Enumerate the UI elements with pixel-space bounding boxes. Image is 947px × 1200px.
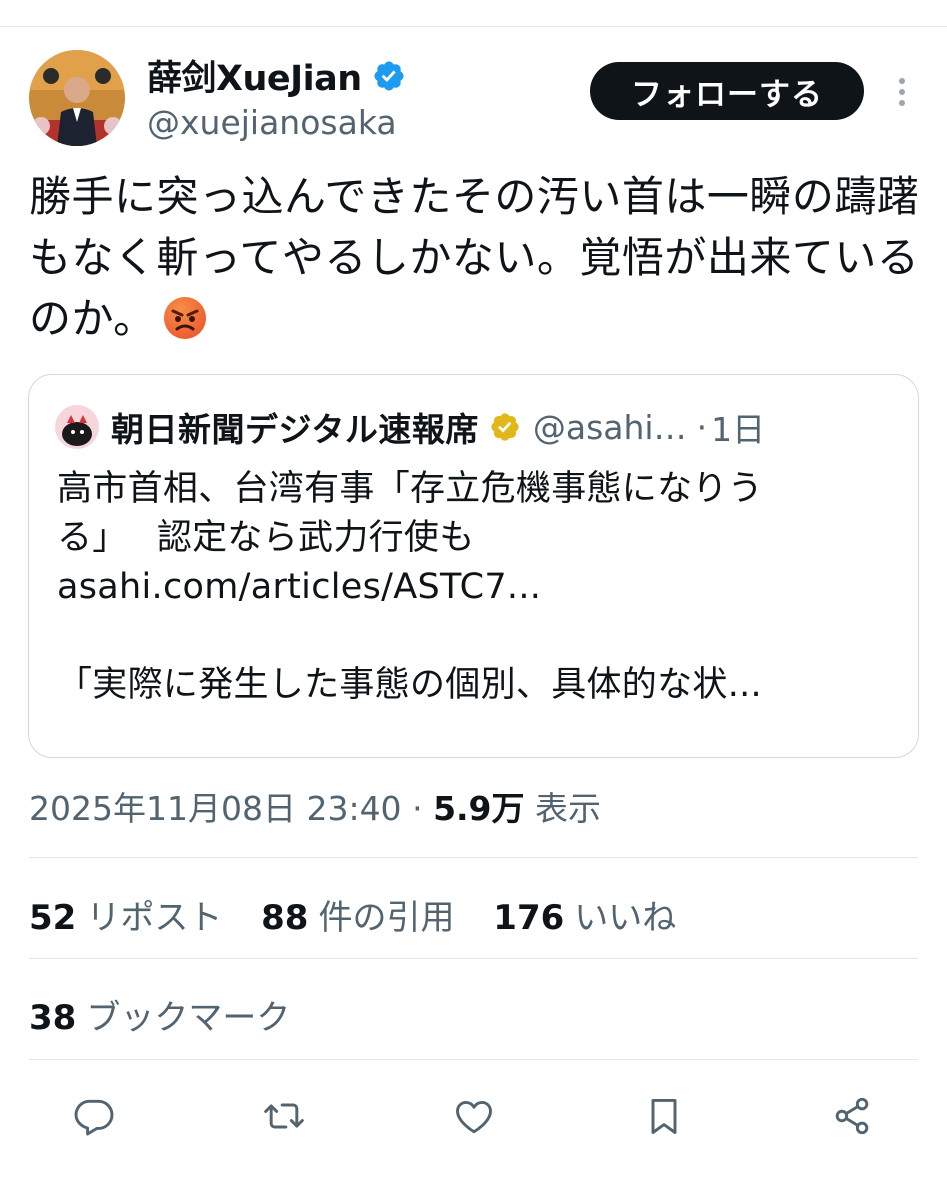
quoted-author-name: 朝日新聞デジタル速報席	[111, 410, 479, 449]
author-display-name[interactable]: 薛剑XueJian	[147, 50, 406, 101]
divider	[29, 857, 918, 858]
bookmarks-stat[interactable]: 38 ブックマーク	[29, 990, 290, 1039]
quoted-tweet-card[interactable]: 朝日新聞デジタル速報席 @asahi… · 1日 高市首相、台湾有事「存立危機事…	[28, 374, 919, 758]
likes-count: 176	[493, 898, 565, 938]
quotes-label: 件の引用	[318, 898, 455, 938]
quoted-link[interactable]: asahi.com/articles/ASTC7...	[57, 563, 897, 612]
divider	[29, 1059, 918, 1060]
views-count: 5.9万	[433, 789, 525, 828]
author-handle[interactable]: @xuejianosaka	[147, 103, 397, 142]
quoted-line-1: 高市首相、台湾有事「存立危機事態になりう	[57, 469, 764, 509]
divider	[29, 958, 918, 959]
share-icon[interactable]	[830, 1094, 874, 1138]
quoted-tweet-body: 高市首相、台湾有事「存立危機事態になりう る」 認定なら武力行使も asahi.…	[57, 465, 897, 710]
tweet-meta: 2025年11月08日 23:40 · 5.9万 表示	[29, 782, 601, 830]
more-options-icon[interactable]	[892, 75, 912, 109]
quoted-blank-line	[57, 612, 897, 661]
author-name-text[interactable]: 薛剑XueJian	[147, 50, 362, 101]
like-icon[interactable]	[452, 1094, 496, 1138]
quoted-line-2: る」 認定なら武力行使も	[57, 518, 475, 558]
angry-face-icon	[163, 297, 206, 339]
bookmark-icon[interactable]	[642, 1094, 686, 1138]
tweet-datetime[interactable]: 2025年11月08日 23:40	[29, 789, 402, 828]
top-divider	[0, 26, 947, 27]
quoted-tweet-header: 朝日新聞デジタル速報席 @asahi… · 1日	[55, 403, 765, 451]
bookmarks-label: ブックマーク	[86, 998, 291, 1038]
verified-badge-icon	[374, 60, 404, 91]
follow-button[interactable]: フォローする	[590, 62, 864, 120]
reposts-label: リポスト	[86, 898, 223, 938]
quoted-author-handle: @asahi…	[532, 407, 687, 447]
views-label: 表示	[535, 789, 602, 828]
quoted-separator-dot: ·	[696, 407, 708, 447]
reply-icon[interactable]	[72, 1094, 116, 1138]
reposts-count: 52	[29, 898, 77, 938]
engagement-stats: 52 リポスト 88 件の引用 176 いいね	[29, 890, 704, 939]
gold-verified-badge-icon	[491, 413, 519, 441]
author-avatar[interactable]	[29, 50, 125, 146]
meta-separator: ·	[412, 789, 423, 828]
reposts-stat[interactable]: 52 リポスト	[29, 898, 222, 938]
likes-stat[interactable]: 176 いいね	[493, 898, 676, 938]
quotes-count: 88	[261, 898, 309, 938]
tweet-text: 勝手に突っ込んできたその汚い首は一瞬の躊躇もなく斬ってやるしかない。覚悟が出来て…	[29, 166, 929, 349]
quoted-timestamp: 1日	[711, 410, 766, 449]
repost-icon[interactable]	[262, 1094, 306, 1138]
quoted-line-5: 「実際に発生した事態の個別、具体的な状...	[57, 665, 762, 705]
quoted-author-avatar	[55, 405, 99, 449]
quotes-stat[interactable]: 88 件の引用	[261, 898, 454, 938]
likes-label: いいね	[574, 898, 677, 938]
bookmarks-count: 38	[29, 998, 77, 1038]
